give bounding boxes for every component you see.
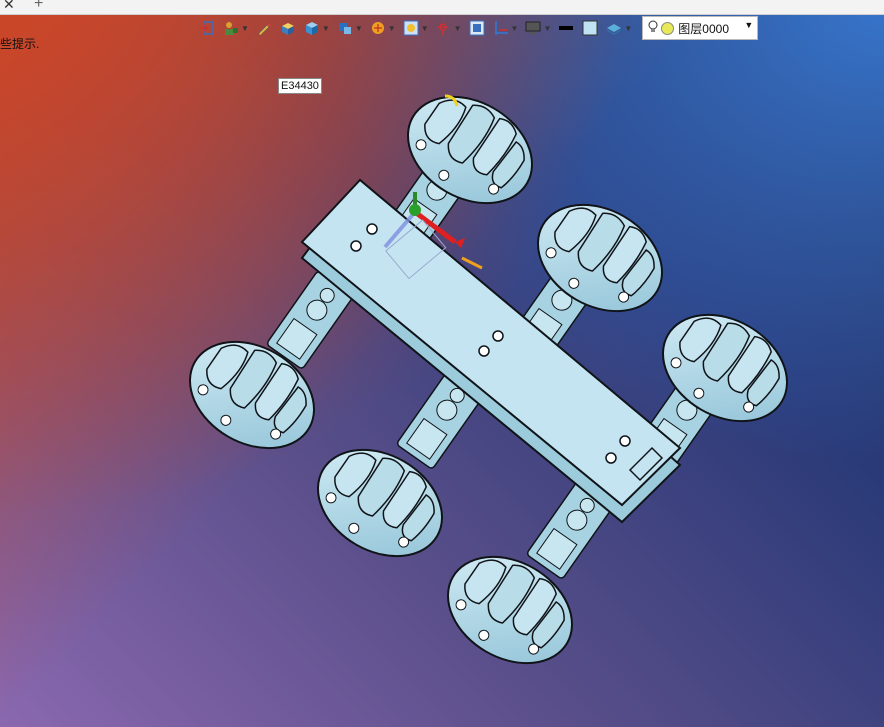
chevron-down-icon[interactable]: ▼ xyxy=(744,20,753,30)
cross-section-icon[interactable] xyxy=(433,17,455,39)
chevron-down-icon[interactable]: ▼ xyxy=(421,24,429,33)
entity-tooltip: E34430 xyxy=(278,78,322,94)
close-tab-icon[interactable]: ✕ xyxy=(3,0,15,13)
pen-icon[interactable] xyxy=(253,17,275,39)
line-color-icon[interactable] xyxy=(555,17,577,39)
chevron-down-icon[interactable]: ▼ xyxy=(322,24,330,33)
fill-color-icon[interactable] xyxy=(579,17,601,39)
display-icon[interactable] xyxy=(522,17,544,39)
layer-stack-icon[interactable] xyxy=(603,17,625,39)
grid-icon[interactable] xyxy=(490,17,512,39)
hint-text: 些提示. xyxy=(0,37,40,51)
chevron-down-icon[interactable]: ▼ xyxy=(511,24,519,33)
chevron-down-icon[interactable]: ▼ xyxy=(241,24,249,33)
solid-view-icon[interactable] xyxy=(334,17,356,39)
robot-chassis-model[interactable] xyxy=(0,0,884,727)
layer-color-swatch[interactable] xyxy=(661,21,675,35)
lightbulb-icon[interactable] xyxy=(648,20,658,37)
chevron-down-icon[interactable]: ▼ xyxy=(543,24,551,33)
frame-icon[interactable] xyxy=(466,17,488,39)
chevron-down-icon[interactable]: ▼ xyxy=(355,24,363,33)
document-tab-bar: ✕ + xyxy=(0,0,884,15)
layer-select[interactable]: 图层0000 ▼ xyxy=(642,16,759,40)
add-tab-icon[interactable]: + xyxy=(34,0,43,13)
user-tools-icon[interactable] xyxy=(220,17,242,39)
zoom-view-icon[interactable] xyxy=(400,17,422,39)
box-icon[interactable] xyxy=(277,17,299,39)
layer-name: 图层0000 xyxy=(678,21,729,36)
chevron-down-icon[interactable]: ▼ xyxy=(624,24,632,33)
render-sun-icon[interactable] xyxy=(367,17,389,39)
view-toolbar: ▼ ▼ ▼ ▼ ▼ ▼ ▼ ▼ ▼ 图层0000 ▼ xyxy=(196,16,759,40)
chevron-down-icon[interactable]: ▼ xyxy=(388,24,396,33)
cube-icon[interactable] xyxy=(301,17,323,39)
chevron-down-icon[interactable]: ▼ xyxy=(454,24,462,33)
exit-icon[interactable] xyxy=(196,17,218,39)
